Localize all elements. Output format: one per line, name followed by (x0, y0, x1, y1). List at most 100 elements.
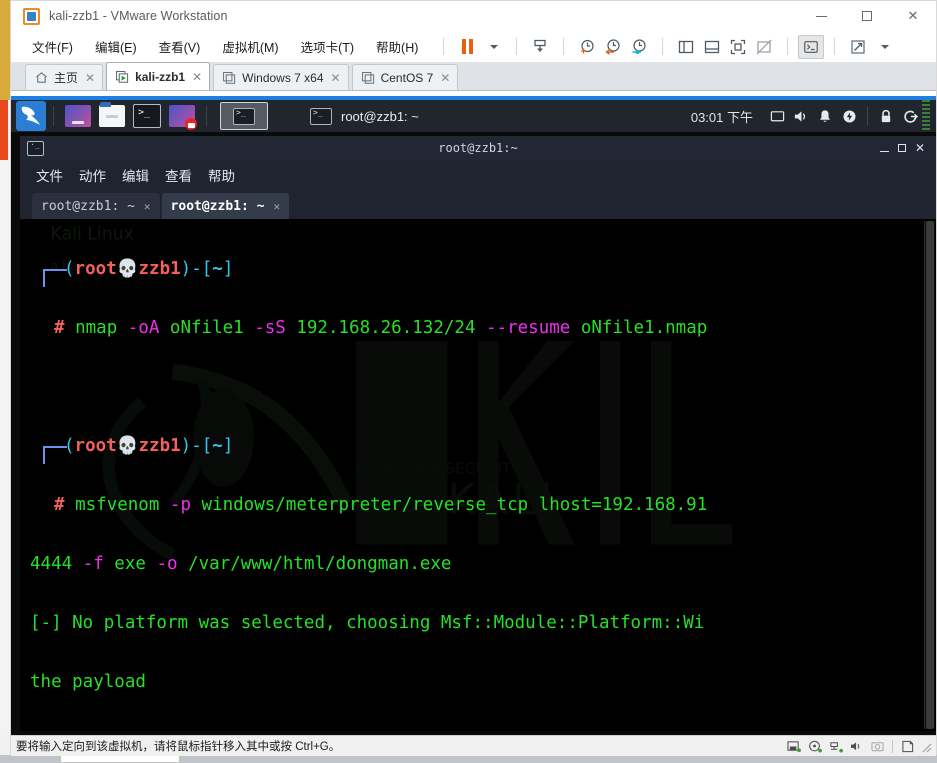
launcher-screen-recorder[interactable] (169, 105, 197, 130)
cmd-nmap-flag-oA: -oA (127, 317, 160, 338)
prompt-host: zzb1 (138, 435, 181, 456)
toolbar-divider (516, 38, 518, 55)
cmd-msfvenom-flag-o: -o (156, 553, 178, 574)
terminal-window-icon (233, 107, 255, 125)
tray-lock-icon[interactable] (874, 104, 898, 128)
shell-command-wrap-line: 4444 -f exe -o /var/www/html/dongman.exe (30, 550, 936, 580)
toolbar-divider (443, 38, 445, 55)
vm-tab-close-icon[interactable]: ✕ (440, 72, 450, 84)
shell-command-line: # nmap -oA oNfile1 -sS 192.168.26.132/24… (30, 314, 936, 344)
terminal-tab-bar: root@zzb1: ~ ✕ root@zzb1: ~ ✕ (20, 190, 936, 219)
fullscreen-button[interactable] (725, 35, 751, 59)
tray-notifications-icon[interactable] (813, 104, 837, 128)
tray-display-icon[interactable] (765, 104, 789, 128)
terminal-tab-close-icon[interactable]: ✕ (273, 200, 280, 213)
terminal-tab-1[interactable]: root@zzb1: ~ ✕ (32, 193, 160, 219)
show-thumbnails-button[interactable] (699, 35, 725, 59)
sound-icon[interactable] (848, 738, 865, 754)
terminal-scrollbar[interactable] (924, 221, 935, 729)
snapshot-revert-icon (605, 38, 620, 55)
panel-clock[interactable]: 03:01 下午 (691, 107, 753, 126)
vm-icon (361, 71, 375, 84)
terminal-maximize-button[interactable] (893, 138, 911, 158)
launcher-display[interactable] (65, 105, 91, 127)
console-view-button[interactable] (798, 34, 825, 59)
terminal-output-area[interactable]: Kali Linux a he KALI OFFENSIVE SECURITY … (20, 219, 936, 731)
menu-tabs[interactable]: 选项卡(T) (294, 33, 361, 60)
stretch-dropdown[interactable] (871, 35, 897, 59)
terminal-window-controls: ✕ (875, 138, 936, 158)
camera-icon[interactable] (869, 738, 886, 754)
home-icon (35, 71, 48, 84)
tray-volume-icon[interactable] (789, 104, 813, 128)
unity-button[interactable] (751, 35, 777, 59)
menu-view[interactable]: 查看(V) (152, 33, 208, 60)
prompt-host: zzb1 (138, 258, 181, 279)
fullscreen-icon (731, 39, 746, 54)
taskbar-item-label: root@zzb1: ~ (341, 108, 419, 124)
chevron-down-icon (881, 44, 890, 49)
panel-bottom-icon (705, 40, 720, 53)
terminal-tab-label: root@zzb1: ~ (170, 198, 265, 214)
cd-icon[interactable] (806, 738, 823, 754)
panel-divider (867, 107, 868, 125)
toolbar-divider (834, 38, 836, 55)
vmware-minimize-button[interactable] (798, 1, 844, 31)
status-message: 要将输入定向到该虚拟机，请将鼠标指针移入其中或按 Ctrl+G。 (16, 741, 341, 753)
vm-tab-close-icon[interactable]: ✕ (85, 72, 95, 84)
vm-tab-home[interactable]: 主页 ✕ (25, 64, 104, 90)
cmd-msfvenom-flag-f: -f (82, 553, 104, 574)
vm-tab-close-icon[interactable]: ✕ (192, 71, 202, 83)
menu-edit[interactable]: 编辑(E) (88, 33, 144, 60)
window-button-active[interactable] (220, 102, 268, 130)
toolbar-divider (787, 38, 789, 55)
terminal-text: (root💀zzb1)-[~] # nmap -oA oNfile1 -sS 1… (20, 219, 936, 732)
menu-help[interactable]: 帮助(H) (369, 33, 425, 60)
terminal-window-title: root@zzb1:~ (438, 141, 518, 155)
suspend-button[interactable] (527, 35, 553, 59)
stretch-button[interactable] (845, 35, 871, 59)
cmd-nmap-resume-file: oNfile1.nmap (570, 317, 708, 338)
menu-file[interactable]: 文件(F) (25, 33, 80, 60)
kali-dragon-icon[interactable] (16, 101, 46, 131)
terminal-tab-2[interactable]: root@zzb1: ~ ✕ (161, 193, 290, 219)
vmware-status-bar: 要将输入定向到该虚拟机，请将鼠标指针移入其中或按 Ctrl+G。 (11, 735, 936, 756)
vmware-close-button[interactable]: ✕ (890, 1, 936, 31)
snapshot-revert-button[interactable] (600, 35, 626, 59)
guest-screen: root@zzb1: ~ 03:01 下午 (11, 96, 936, 735)
cmd-msfvenom-lport: 4444 (30, 553, 83, 574)
tray-power-icon[interactable] (837, 104, 861, 128)
launcher-terminal[interactable] (133, 104, 161, 128)
vm-tab-label: 主页 (54, 71, 79, 85)
snapshot-manager-button[interactable] (626, 35, 652, 59)
vmware-tab-bar: 主页 ✕ kali-zzb1 ✕ Windows 7 x64 ✕ CentOS … (11, 62, 936, 91)
taskbar-item-terminal[interactable]: root@zzb1: ~ (310, 107, 419, 125)
terminal-close-button[interactable]: ✕ (911, 138, 929, 158)
disk-icon[interactable] (785, 738, 802, 754)
power-dropdown[interactable] (480, 35, 506, 59)
term-menu-view[interactable]: 查看 (165, 165, 192, 185)
pause-button[interactable] (454, 35, 480, 59)
launcher-files[interactable] (99, 102, 125, 127)
resize-grip-icon[interactable] (920, 740, 932, 753)
vm-tab-close-icon[interactable]: ✕ (331, 72, 341, 84)
tray-logout-icon[interactable] (898, 104, 922, 128)
network-icon[interactable] (827, 738, 844, 754)
snapshot-take-button[interactable] (574, 35, 600, 59)
term-menu-edit[interactable]: 编辑 (122, 165, 149, 185)
prompt-user: root (74, 258, 117, 279)
unity-icon (756, 39, 772, 54)
vm-tab-kali-zzb1[interactable]: kali-zzb1 ✕ (106, 62, 211, 90)
term-menu-file[interactable]: 文件 (36, 165, 63, 185)
printer-icon[interactable] (899, 738, 916, 754)
skull-icon: 💀 (116, 435, 139, 456)
menu-vm[interactable]: 虚拟机(M) (215, 33, 285, 60)
term-menu-actions[interactable]: 动作 (79, 165, 106, 185)
vmware-maximize-button[interactable] (844, 1, 890, 31)
vm-tab-centos7[interactable]: CentOS 7 ✕ (351, 64, 459, 90)
vm-tab-windows7[interactable]: Windows 7 x64 ✕ (213, 64, 349, 90)
terminal-tab-close-icon[interactable]: ✕ (144, 200, 151, 213)
terminal-minimize-button[interactable] (875, 138, 893, 158)
show-library-button[interactable] (673, 35, 699, 59)
term-menu-help[interactable]: 帮助 (208, 165, 235, 185)
